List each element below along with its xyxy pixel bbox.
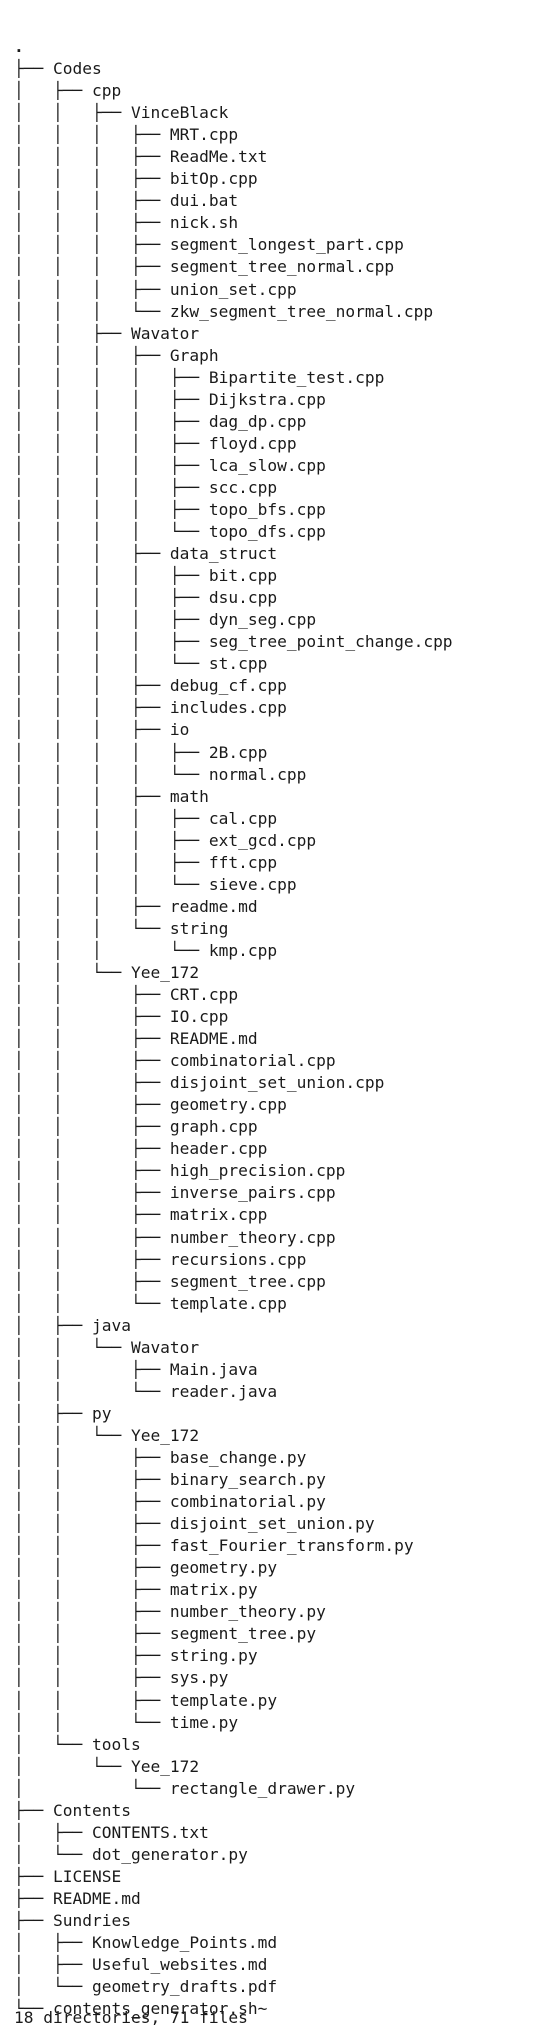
- tree-entry: │ │ ├── template.py: [14, 1690, 278, 1710]
- tree-entry: │ │ ├── CRT.cpp: [14, 985, 239, 1005]
- tree-entry: │ │ │ │ ├── cal.cpp: [14, 808, 278, 828]
- tree-entry: │ │ │ ├── union_set.cpp: [14, 279, 297, 299]
- tree-entry: │ │ │ │ ├── dyn_seg.cpp: [14, 610, 317, 630]
- tree-entry: │ │ ├── combinatorial.cpp: [14, 1051, 336, 1071]
- tree-entry: │ │ ├── binary_search.py: [14, 1470, 326, 1490]
- tree-entry: │ │ │ ├── io: [14, 720, 190, 740]
- directory-tree-listing: . ├── Codes │ ├── cpp │ │ ├── VinceBlack │ │…: [14, 36, 453, 2020]
- tree-entry: │ │ ├── fast_Fourier_transform.py: [14, 1536, 414, 1556]
- tree-entry: │ │ │ │ ├── dag_dp.cpp: [14, 411, 307, 431]
- tree-entry: │ │ ├── Main.java: [14, 1359, 258, 1379]
- tree-entry: │ │ │ ├── includes.cpp: [14, 698, 287, 718]
- tree-entry: │ │ │ │ ├── ext_gcd.cpp: [14, 830, 317, 850]
- tree-entry: │ │ ├── segment_tree.py: [14, 1624, 317, 1644]
- tree-entry: │ │ │ ├── ReadMe.txt: [14, 147, 268, 167]
- tree-entry: │ └── dot_generator.py: [14, 1844, 248, 1864]
- tree-entry: │ │ │ ├── dui.bat: [14, 191, 239, 211]
- tree-entry: │ │ └── reader.java: [14, 1381, 278, 1401]
- tree-entry: │ └── geometry_drafts.pdf: [14, 1977, 278, 1997]
- tree-entry: │ ├── Knowledge_Points.md: [14, 1933, 278, 1953]
- tree-entry: │ │ │ └── string: [14, 918, 229, 938]
- tree-entry: │ ├── java: [14, 1315, 131, 1335]
- tree-entry: │ │ ├── header.cpp: [14, 1139, 268, 1159]
- tree-entry: │ │ ├── number_theory.py: [14, 1602, 326, 1622]
- tree-entry: │ │ ├── VinceBlack: [14, 103, 229, 123]
- tree-entry: │ │ │ ├── segment_tree_normal.cpp: [14, 257, 395, 277]
- tree-entry: ├── Sundries: [14, 1910, 131, 1930]
- tree-entry: │ │ │ │ ├── topo_bfs.cpp: [14, 499, 326, 519]
- tree-entry: │ ├── cpp: [14, 81, 122, 101]
- tree-entry: │ │ │ └── zkw_segment_tree_normal.cpp: [14, 301, 434, 321]
- tree-entry: │ ├── Useful_websites.md: [14, 1955, 268, 1975]
- tree-entry: │ │ │ │ ├── seg_tree_point_change.cpp: [14, 632, 453, 652]
- tree-entry: │ │ ├── string.py: [14, 1646, 258, 1666]
- tree-entry: │ │ ├── graph.cpp: [14, 1117, 258, 1137]
- tree-entry: │ │ ├── disjoint_set_union.cpp: [14, 1073, 385, 1093]
- tree-entry: ├── LICENSE: [14, 1866, 122, 1886]
- tree-entry: │ │ │ │ ├── bit.cpp: [14, 566, 278, 586]
- tree-entry: │ └── tools: [14, 1734, 141, 1754]
- tree-entry: │ └── Yee_172: [14, 1756, 200, 1776]
- tree-entry: │ │ │ ├── segment_longest_part.cpp: [14, 235, 404, 255]
- tree-entry: │ │ │ ├── Graph: [14, 345, 219, 365]
- tree-entry: │ ├── py: [14, 1403, 112, 1423]
- tree-entry: │ │ │ │ ├── lca_slow.cpp: [14, 455, 326, 475]
- tree-entry: │ │ └── Wavator: [14, 1337, 200, 1357]
- tree-entry: │ └── rectangle_drawer.py: [14, 1778, 356, 1798]
- tree-entry: │ │ │ ├── debug_cf.cpp: [14, 676, 287, 696]
- tree-entry: │ │ ├── inverse_pairs.cpp: [14, 1183, 336, 1203]
- tree-entry: │ │ ├── geometry.cpp: [14, 1095, 287, 1115]
- tree-entry: │ │ ├── combinatorial.py: [14, 1492, 326, 1512]
- tree-entry: │ │ └── template.cpp: [14, 1293, 287, 1313]
- tree-entry: │ │ │ │ └── topo_dfs.cpp: [14, 522, 326, 542]
- tree-root: .: [14, 37, 24, 56]
- tree-entry: │ │ ├── Wavator: [14, 323, 200, 343]
- tree-entry: │ │ ├── geometry.py: [14, 1558, 278, 1578]
- tree-entry: │ │ ├── matrix.py: [14, 1580, 258, 1600]
- tree-entry: ├── README.md: [14, 1888, 141, 1908]
- tree-entry: ├── Codes: [14, 59, 102, 79]
- tree-entry: │ │ │ │ ├── Dijkstra.cpp: [14, 389, 326, 409]
- tree-entry: ├── Contents: [14, 1800, 131, 1820]
- tree-entry: │ │ ├── high_precision.cpp: [14, 1161, 346, 1181]
- tree-entry: │ │ │ ├── data_struct: [14, 544, 278, 564]
- tree-entry: │ ├── CONTENTS.txt: [14, 1822, 209, 1842]
- tree-entry: │ │ ├── segment_tree.cpp: [14, 1271, 326, 1291]
- tree-entry: │ │ └── time.py: [14, 1712, 239, 1732]
- tree-entry: │ │ ├── number_theory.cpp: [14, 1227, 336, 1247]
- tree-entry: │ │ ├── README.md: [14, 1029, 258, 1049]
- tree-entry: │ │ │ │ └── normal.cpp: [14, 764, 307, 784]
- tree-entry: │ │ ├── sys.py: [14, 1668, 229, 1688]
- tree-entry: │ │ └── Yee_172: [14, 962, 200, 982]
- tree-entry: │ │ │ │ └── sieve.cpp: [14, 874, 297, 894]
- tree-entry: │ │ │ │ ├── dsu.cpp: [14, 588, 278, 608]
- tree-entry: │ │ │ │ ├── Bipartite_test.cpp: [14, 367, 385, 387]
- tree-entry: │ │ └── Yee_172: [14, 1425, 200, 1445]
- tree-entry: │ │ ├── disjoint_set_union.py: [14, 1514, 375, 1534]
- tree-entry: │ │ │ └── kmp.cpp: [14, 940, 278, 960]
- tree-entry: │ │ │ │ ├── 2B.cpp: [14, 742, 268, 762]
- tree-entry: │ │ │ │ ├── floyd.cpp: [14, 433, 297, 453]
- tree-entry: │ │ │ │ ├── scc.cpp: [14, 477, 278, 497]
- tree-entry: │ │ │ │ └── st.cpp: [14, 654, 268, 674]
- tree-entry: │ │ │ │ ├── fft.cpp: [14, 852, 278, 872]
- tree-entry: │ │ │ ├── bitOp.cpp: [14, 169, 258, 189]
- tree-entry: │ │ ├── IO.cpp: [14, 1007, 229, 1027]
- tree-entry: │ │ ├── recursions.cpp: [14, 1249, 307, 1269]
- tree-entry: │ │ │ ├── readme.md: [14, 896, 258, 916]
- tree-entry: │ │ │ ├── math: [14, 786, 209, 806]
- tree-entry: │ │ │ ├── MRT.cpp: [14, 125, 239, 145]
- tree-entry: │ │ ├── matrix.cpp: [14, 1205, 268, 1225]
- tree-entry: │ │ │ ├── nick.sh: [14, 213, 239, 233]
- tree-summary: 18 directories, 71 files: [14, 2008, 248, 2027]
- tree-entry: │ │ ├── base_change.py: [14, 1448, 307, 1467]
